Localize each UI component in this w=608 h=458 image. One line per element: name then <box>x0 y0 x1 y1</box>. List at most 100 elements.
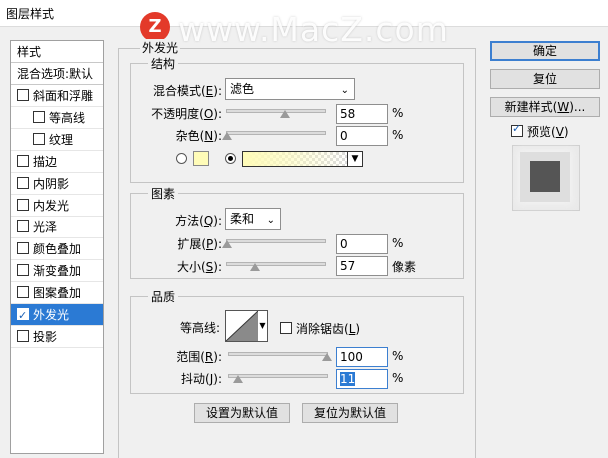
style-item[interactable]: 描边 <box>11 151 103 173</box>
jitter-slider-track[interactable] <box>228 374 328 378</box>
styles-list: 样式 混合选项:默认 斜面和浮雕等高线纹理描边内阴影内发光光泽颜色叠加渐变叠加图… <box>10 40 104 454</box>
style-item-checkbox[interactable] <box>17 242 29 255</box>
range-input[interactable]: 100 <box>336 347 388 367</box>
style-item-label: 斜面和浮雕 <box>33 89 94 103</box>
blend-mode-value: 滤色 <box>230 82 255 96</box>
style-item-checkbox[interactable] <box>17 305 29 327</box>
quality-title: 品质 <box>148 288 179 305</box>
reset-default-button[interactable]: 复位为默认值 <box>302 403 398 423</box>
antialias-checkbox-wrap[interactable]: 消除锯齿(L) <box>280 320 360 337</box>
preview-label: 预览(V) <box>527 125 569 139</box>
noise-input[interactable]: 0 <box>336 126 388 146</box>
style-item[interactable]: 等高线 <box>11 107 103 129</box>
size-slider-thumb[interactable] <box>250 263 260 271</box>
style-item-label: 外发光 <box>33 308 70 322</box>
style-item-checkbox[interactable] <box>17 286 29 299</box>
style-item[interactable]: 斜面和浮雕 <box>11 85 103 107</box>
blend-mode-select[interactable]: 滤色 ⌄ <box>225 78 355 100</box>
style-item-checkbox[interactable] <box>17 220 29 233</box>
ok-button[interactable]: 确定 <box>490 41 600 61</box>
preview-checkbox-wrap[interactable]: 预览(V) <box>511 122 569 140</box>
size-input[interactable]: 57 <box>336 256 388 276</box>
outer-glow-title: 外发光 <box>140 39 181 56</box>
style-item-label: 颜色叠加 <box>33 242 82 257</box>
style-item-checkbox[interactable] <box>17 176 29 189</box>
style-item[interactable]: 图案叠加 <box>11 282 103 305</box>
opacity-input[interactable]: 58 <box>336 104 388 124</box>
contour-picker[interactable] <box>225 310 259 342</box>
opacity-slider-thumb[interactable] <box>280 110 290 118</box>
style-item-label: 纹理 <box>49 132 74 147</box>
range-slider-track[interactable] <box>228 352 328 356</box>
style-item-label: 光泽 <box>33 220 58 235</box>
style-item-checkbox[interactable] <box>17 329 29 342</box>
range-slider-thumb[interactable] <box>322 353 332 361</box>
style-item-checkbox[interactable] <box>33 132 45 145</box>
opacity-unit: % <box>392 106 404 120</box>
structure-title: 结构 <box>148 55 179 72</box>
spread-slider-track[interactable] <box>226 239 326 243</box>
style-item-checkbox[interactable] <box>17 198 29 211</box>
new-style-button[interactable]: 新建样式(W)... <box>490 97 600 117</box>
glow-gradient-picker[interactable] <box>242 151 348 167</box>
contour-dropdown-arrow[interactable]: ▼ <box>258 310 268 342</box>
style-item[interactable]: 外发光 <box>11 304 103 327</box>
contour-label: 等高线: <box>179 321 220 335</box>
preview-checkbox[interactable] <box>511 122 523 137</box>
noise-label: 杂色(N): <box>175 129 222 143</box>
set-default-button[interactable]: 设置为默认值 <box>194 403 290 423</box>
blend-mode-label: 混合模式(E): <box>152 84 222 98</box>
spread-input[interactable]: 0 <box>336 234 388 254</box>
spread-unit: % <box>392 236 404 250</box>
noise-unit: % <box>392 128 404 142</box>
style-item-checkbox[interactable] <box>17 89 29 101</box>
antialias-label: 消除锯齿(L) <box>296 322 361 336</box>
jitter-slider-thumb[interactable] <box>233 375 243 383</box>
style-item-checkbox[interactable] <box>17 264 29 277</box>
jitter-input[interactable]: 11 <box>336 369 388 389</box>
gradient-radio[interactable] <box>225 153 236 164</box>
noise-slider-thumb[interactable] <box>222 132 232 140</box>
watermark-logo: Z <box>140 12 170 42</box>
method-value: 柔和 <box>230 212 255 226</box>
styles-header[interactable]: 样式 <box>11 41 103 63</box>
style-item-label: 图案叠加 <box>33 286 82 301</box>
spread-slider-thumb[interactable] <box>222 240 232 248</box>
style-item-checkbox[interactable] <box>17 154 29 167</box>
glow-color-swatch[interactable] <box>193 151 209 166</box>
opacity-slider-track[interactable] <box>226 109 326 113</box>
style-item[interactable]: 投影 <box>11 326 103 348</box>
method-label: 方法(Q): <box>175 214 222 228</box>
method-select[interactable]: 柔和 ⌄ <box>225 208 281 230</box>
style-item-label: 等高线 <box>49 110 86 125</box>
contour-linear-icon <box>226 311 258 341</box>
window-title: 图层样式 <box>6 7 55 21</box>
opacity-label: 不透明度(O): <box>151 107 222 121</box>
blend-options-item[interactable]: 混合选项:默认 <box>11 63 103 85</box>
jitter-label: 抖动(J): <box>181 372 222 386</box>
gradient-dropdown-arrow[interactable]: ▼ <box>347 151 363 167</box>
size-unit: 像素 <box>392 260 417 274</box>
jitter-value: 11 <box>340 372 356 386</box>
range-label: 范围(R): <box>176 350 222 364</box>
range-unit: % <box>392 349 404 363</box>
style-item[interactable]: 纹理 <box>11 129 103 151</box>
size-slider-track[interactable] <box>226 262 326 266</box>
style-item-label: 投影 <box>33 329 58 344</box>
style-item-label: 描边 <box>33 154 58 169</box>
style-item[interactable]: 内发光 <box>11 195 103 217</box>
noise-slider-track[interactable] <box>226 131 326 135</box>
style-item[interactable]: 内阴影 <box>11 173 103 195</box>
style-item[interactable]: 颜色叠加 <box>11 238 103 261</box>
style-item-checkbox[interactable] <box>33 110 45 123</box>
style-item-label: 内阴影 <box>33 176 70 191</box>
reset-button[interactable]: 复位 <box>490 69 600 89</box>
style-item-label: 内发光 <box>33 198 70 213</box>
antialias-checkbox[interactable] <box>280 322 292 334</box>
style-item[interactable]: 渐变叠加 <box>11 260 103 283</box>
solid-color-radio[interactable] <box>176 153 187 164</box>
chevron-down-icon: ⌄ <box>266 215 275 226</box>
style-item[interactable]: 光泽 <box>11 216 103 239</box>
size-label: 大小(S): <box>176 260 222 274</box>
elements-title: 图素 <box>148 185 179 202</box>
